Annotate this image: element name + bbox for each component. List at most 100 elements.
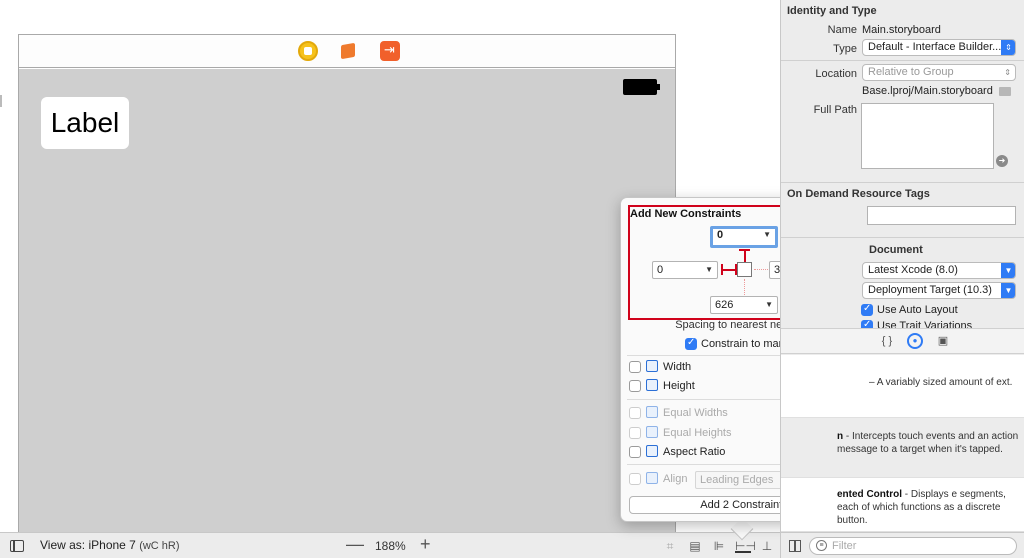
width-icon [646, 360, 658, 372]
view-controller-scene[interactable]: Label [18, 34, 676, 540]
update-frames-icon[interactable]: ⌗ [662, 539, 678, 553]
leading-spacing-value: 0 [657, 264, 664, 276]
top-strut-cap [739, 249, 750, 251]
library-item-description: n - Intercepts touch events and an actio… [837, 431, 1019, 455]
first-responder-icon[interactable] [339, 41, 359, 61]
resolve-auto-layout-icon[interactable]: ⊥ [759, 539, 775, 553]
name-label: Name [827, 24, 857, 36]
equal-widths-checkbox[interactable] [629, 407, 641, 419]
width-label: Width [663, 361, 692, 373]
trailing-strut[interactable] [754, 269, 768, 270]
library-item-button[interactable]: n - Intercepts touch events and an actio… [781, 418, 1024, 478]
filter-icon: ≡ [816, 540, 827, 551]
leading-spacing-field[interactable]: 0 ▼ [652, 261, 718, 279]
location-popup[interactable]: Relative to Group ⇕ [862, 64, 1016, 81]
battery-icon [623, 79, 660, 95]
library-item-description: ented Control - Displays e segments, eac… [837, 489, 1006, 526]
chevron-down-icon[interactable]: ▼ [705, 262, 713, 278]
code-snippet-icon[interactable]: { } [879, 333, 895, 349]
bottom-spacing-field[interactable]: 626 ▼ [710, 296, 778, 314]
filter-field[interactable]: ≡ [809, 537, 1017, 555]
view-controller-icon[interactable] [298, 41, 318, 61]
use-trait-variations-label: Use Trait Variations [877, 320, 973, 328]
height-checkbox[interactable] [629, 380, 641, 392]
opens-in-popup[interactable]: Latest Xcode (8.0) ▼ [862, 262, 1016, 279]
size-class-traits: (wC hR) [139, 540, 180, 552]
zoom-level: 188% [375, 539, 406, 553]
top-spacing-field[interactable]: 0 ▼ [710, 226, 778, 248]
chevron-down-icon[interactable]: ▼ [1001, 283, 1015, 298]
trait-variations-row: Use Trait Variations [861, 320, 1021, 328]
type-label: Type [833, 43, 857, 55]
popover-title: Add New Constraints [630, 208, 742, 220]
canvas-bottom-bar: View as: iPhone 7 (wC hR) — 188% + ⌗ ▤ ⊫… [0, 532, 780, 558]
document-outline-toggle-icon[interactable] [10, 540, 24, 552]
height-label: Height [663, 380, 695, 392]
chevron-updown-icon[interactable]: ⇕ [1004, 65, 1011, 80]
use-trait-variations-checkbox[interactable] [861, 320, 873, 328]
use-auto-layout-label: Use Auto Layout [877, 304, 958, 316]
divider [781, 182, 1024, 183]
equal-heights-checkbox[interactable] [629, 427, 641, 439]
align-icon [646, 472, 658, 484]
library-item-description: – A variably sized amount of ext. [869, 377, 1013, 388]
location-value: Relative to Group [868, 66, 954, 78]
chevron-down-icon[interactable]: ▼ [1001, 263, 1015, 278]
filter-input[interactable] [832, 539, 1012, 553]
library-filter-bar: ≡ [781, 532, 1024, 558]
view-as-label: View as: iPhone 7 [40, 538, 136, 552]
grid-view-icon[interactable] [789, 540, 801, 552]
align-checkbox[interactable] [629, 473, 641, 485]
zoom-in-button[interactable]: + [420, 534, 431, 555]
width-checkbox[interactable] [629, 361, 641, 373]
add-new-constraints-icon[interactable]: ⊢⊣ [735, 539, 756, 553]
align-value: Leading Edges [700, 474, 774, 486]
bottom-spacing-value: 626 [715, 299, 734, 311]
equal-widths-icon [646, 406, 658, 418]
aspect-ratio-checkbox[interactable] [629, 446, 641, 458]
builds-for-value: Deployment Target (10.3) [868, 284, 992, 296]
reveal-in-finder-icon[interactable]: ➜ [996, 155, 1008, 167]
divider [781, 60, 1024, 61]
constrain-to-margins-checkbox[interactable] [685, 337, 697, 350]
align-icon[interactable]: ⊫ [711, 539, 727, 553]
media-library-icon[interactable]: ▣ [935, 333, 951, 349]
tags-field[interactable] [867, 206, 1016, 225]
zoom-out-button[interactable]: — [346, 534, 364, 555]
exit-icon[interactable] [380, 41, 400, 61]
label-element[interactable]: Label [41, 97, 129, 149]
location-path: Base.lproj/Main.storyboard [862, 85, 993, 97]
equal-widths-label: Equal Widths [663, 407, 728, 419]
type-popup[interactable]: Default - Interface Builder... ⇕ [862, 39, 1016, 56]
name-value: Main.storyboard [862, 24, 941, 36]
canvas-edge-marker [0, 95, 2, 107]
leading-strut-cap [721, 264, 723, 275]
library-item-segmented-control[interactable]: ented Control - Displays e segments, eac… [781, 478, 1024, 532]
builds-for-popup[interactable]: Deployment Target (10.3) ▼ [862, 282, 1016, 299]
identity-and-type-heading: Identity and Type [787, 5, 877, 17]
bottom-strut[interactable] [744, 279, 745, 295]
location-label: Location [815, 68, 857, 80]
chevron-updown-icon[interactable]: ⇕ [1001, 40, 1015, 55]
chevron-down-icon[interactable]: ▼ [763, 229, 771, 241]
height-icon [646, 379, 658, 391]
library-item-label[interactable]: – A variably sized amount of ext. [781, 355, 1024, 418]
full-path-field [861, 103, 994, 169]
top-spacing-value: 0 [717, 229, 724, 241]
chevron-down-icon[interactable]: ▼ [765, 297, 773, 313]
scene-dock [19, 35, 675, 68]
root-view[interactable]: Label [19, 69, 675, 540]
divider [781, 237, 1024, 238]
view-as-device-button[interactable]: View as: iPhone 7 (wC hR) [40, 538, 180, 552]
aspect-ratio-icon [646, 445, 658, 457]
aspect-ratio-label: Aspect Ratio [663, 446, 726, 458]
on-demand-resource-tags-heading: On Demand Resource Tags [787, 188, 930, 200]
equal-heights-icon [646, 426, 658, 438]
embed-in-stack-icon[interactable]: ▤ [687, 539, 703, 553]
folder-icon[interactable] [999, 87, 1011, 96]
object-library-icon[interactable]: ● [907, 333, 923, 349]
library-tab-bar: { } ● ▣ [781, 328, 1024, 354]
use-auto-layout-checkbox[interactable] [861, 303, 873, 316]
full-path-label: Full Path [813, 104, 857, 116]
type-value: Default - Interface Builder... [868, 41, 1002, 53]
